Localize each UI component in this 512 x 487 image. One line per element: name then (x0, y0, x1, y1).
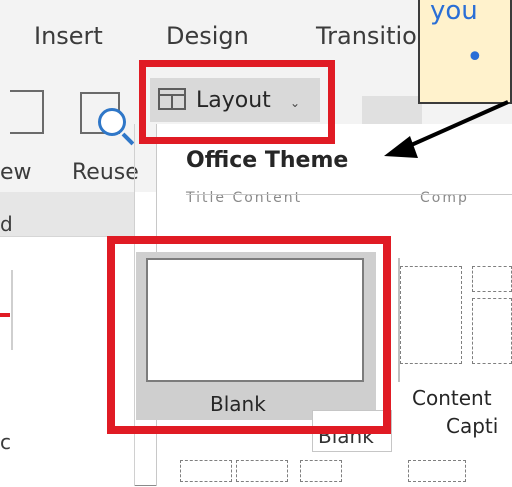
left-panel-cut-text-bottom: c (0, 430, 11, 454)
arrow-head (384, 136, 418, 158)
left-panel-header (0, 192, 134, 236)
text-placeholder (472, 298, 512, 364)
dropdown-section-title: Office Theme (186, 148, 349, 173)
mini-thumbnail[interactable] (408, 460, 466, 482)
mini-thumbnail[interactable] (300, 460, 342, 482)
arrow-line (399, 100, 509, 152)
mini-thumbnail[interactable] (180, 460, 232, 482)
tab-transitions[interactable]: Transitio (316, 22, 417, 50)
highlight-blank-layout (107, 236, 391, 434)
mini-thumbnail[interactable] (236, 460, 288, 482)
cut-caption-title-content: Title Content (186, 190, 303, 206)
callout-bullet: • (466, 40, 484, 75)
left-panel-divider (11, 270, 13, 350)
tab-design[interactable]: Design (166, 22, 249, 50)
new-slide-label[interactable]: ew (0, 160, 32, 185)
title-placeholder (472, 266, 512, 292)
left-panel-red-mark (0, 313, 10, 317)
reuse-lens-icon (98, 108, 126, 136)
new-slide-icon[interactable] (10, 90, 44, 134)
content-caption-label: Content (412, 386, 492, 410)
left-panel-cut-text: d (0, 212, 13, 236)
content-placeholder (400, 266, 462, 364)
layout-option-content-caption[interactable] (398, 258, 512, 382)
reuse-slides-label[interactable]: Reuse (72, 160, 139, 185)
section-divider (186, 194, 512, 195)
callout-arrow (384, 100, 509, 158)
callout-text: you (430, 0, 478, 26)
tab-insert[interactable]: Insert (34, 22, 103, 50)
cut-caption-comparison: Comp (420, 190, 469, 206)
content-caption-label-2: Capti (446, 414, 499, 438)
highlight-layout-button (139, 60, 335, 144)
